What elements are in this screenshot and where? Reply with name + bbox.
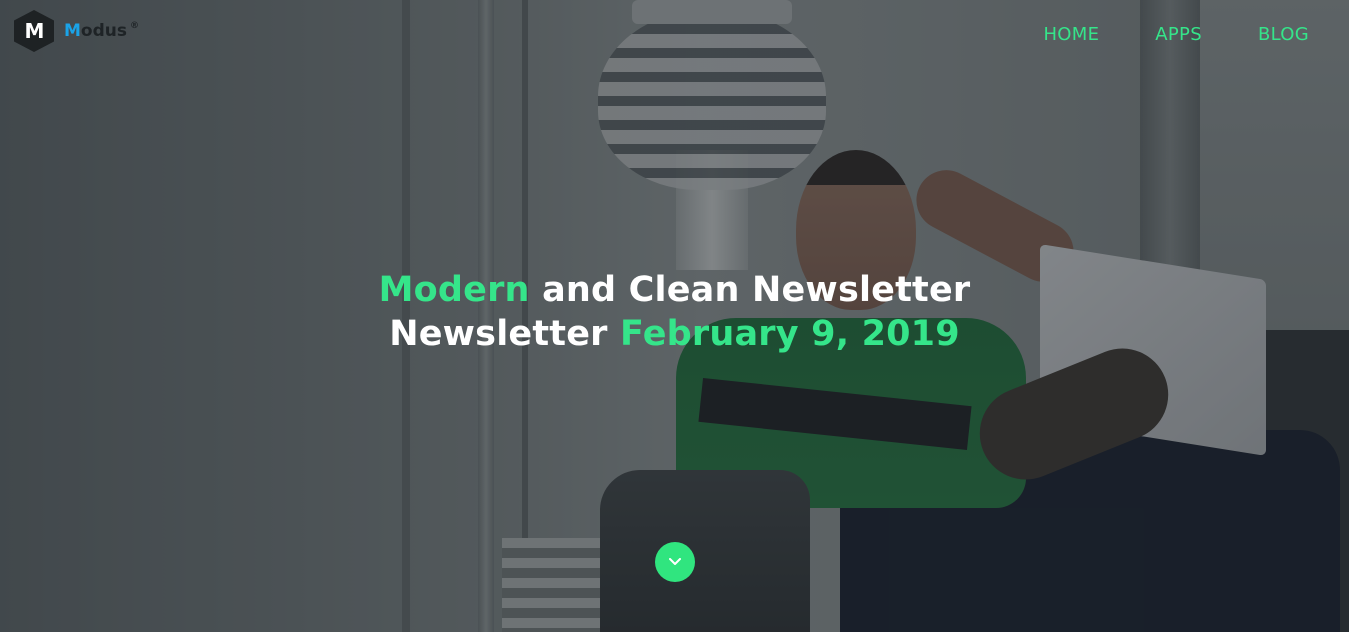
- headline-line-1-rest: and Clean Newsletter: [542, 270, 971, 310]
- registered-mark: ®: [130, 21, 139, 31]
- scroll-down-button[interactable]: [655, 542, 695, 582]
- headline-accent-modern: Modern: [378, 270, 530, 310]
- brand-name: Modus ®: [64, 21, 139, 41]
- headline-date: February 9, 2019: [620, 314, 960, 354]
- brand-name-first-letter: M: [64, 21, 81, 41]
- headline-line-2: Newsletter February 9, 2019: [389, 314, 960, 354]
- chevron-down-icon: [669, 558, 681, 565]
- logo-icon: M: [14, 10, 54, 52]
- nav-home-link[interactable]: HOME: [1043, 24, 1099, 45]
- nav-apps-link[interactable]: APPS: [1155, 24, 1202, 45]
- hero-headline: Modern and Clean Newsletter Newsletter F…: [0, 268, 1349, 356]
- main-nav: HOME APPS BLOG: [1043, 24, 1309, 45]
- headline-line-2-start: Newsletter: [389, 314, 608, 354]
- brand-name-rest: odus: [80, 21, 127, 41]
- brand-logo-link[interactable]: M Modus ®: [14, 10, 139, 52]
- headline-line-1: Modern and Clean Newsletter: [379, 270, 971, 310]
- logo-letter: M: [24, 19, 45, 43]
- nav-blog-link[interactable]: BLOG: [1258, 24, 1309, 45]
